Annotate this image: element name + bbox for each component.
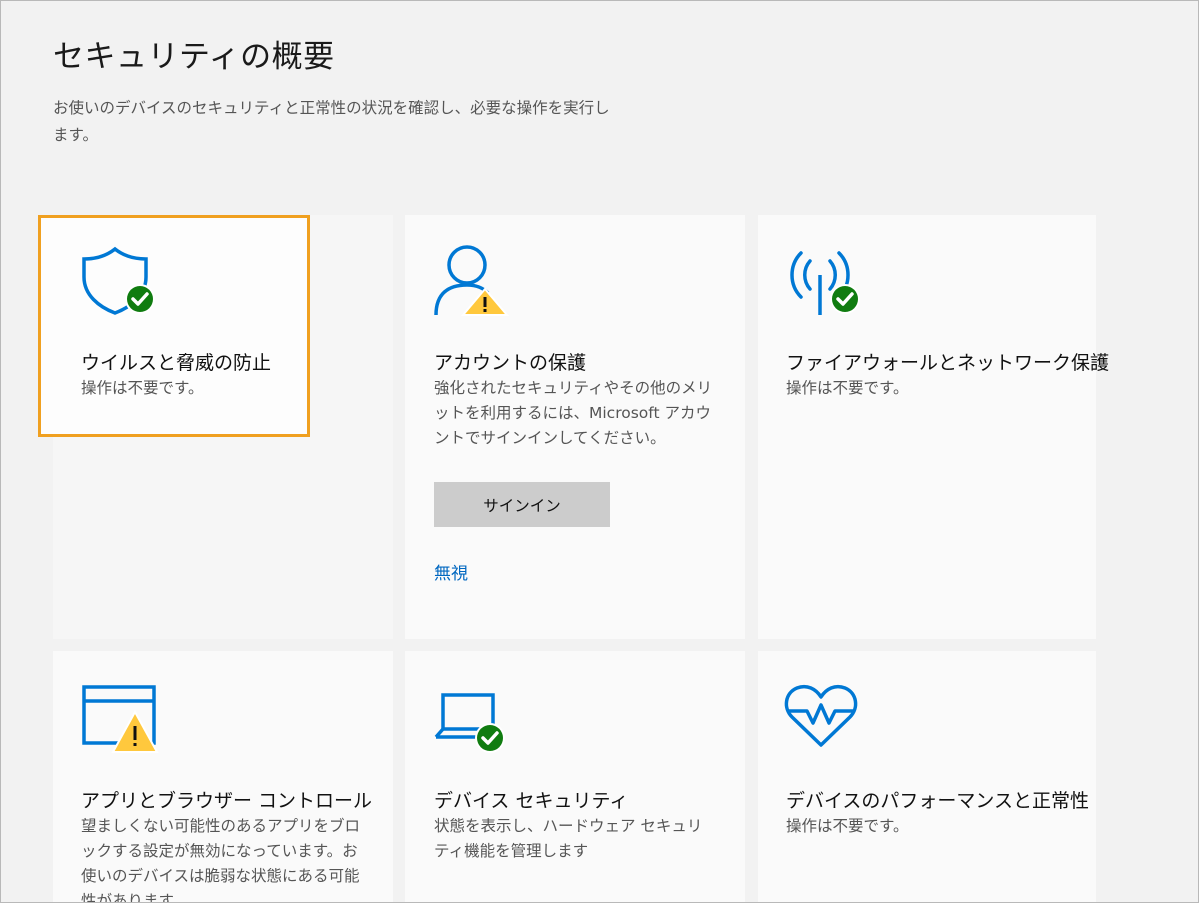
shield-check-icon — [82, 246, 155, 315]
card-text-device-security: 状態を表示し、ハードウェア セキュリティ機能を管理します — [434, 817, 703, 860]
heart-pulse-icon — [784, 684, 858, 747]
page-description: お使いのデバイスのセキュリティと正常性の状況を確認し、必要な操作を実行します。 — [53, 99, 610, 144]
card-text-virus: 操作は不要です。 — [81, 379, 204, 397]
page-title: セキュリティの概要 — [53, 39, 335, 75]
card-title-virus: ウイルスと脅威の防止 — [81, 352, 272, 374]
signin-button[interactable]: サインイン — [434, 482, 610, 527]
browser-warning-icon — [82, 685, 159, 753]
card-title-firewall: ファイアウォールとネットワーク保護 — [786, 352, 1110, 374]
person-warning-icon — [434, 245, 510, 316]
card-title-account: アカウントの保護 — [434, 352, 587, 374]
card-title-device-security: デバイス セキュリティ — [434, 790, 629, 812]
laptop-check-icon — [434, 693, 505, 753]
card-text-account: 強化されたセキュリティやその他のメリットを利用するには、Microsoft アカ… — [434, 379, 713, 447]
card-text-app-browser: 望ましくない可能性のあるアプリをブロックする設定が無効になっています。お使いのデ… — [81, 817, 361, 903]
card-text-firewall: 操作は不要です。 — [786, 379, 909, 397]
ignore-link[interactable]: 無視 — [434, 559, 468, 584]
card-text-performance: 操作は不要です。 — [786, 817, 909, 835]
card-title-performance: デバイスのパフォーマンスと正常性 — [786, 790, 1090, 812]
card-title-app-browser: アプリとブラウザー コントロール — [81, 790, 373, 812]
security-overview-page: セキュリティの概要 お使いのデバイスのセキュリティと正常性の状況を確認し、必要な… — [0, 0, 1199, 903]
antenna-check-icon — [790, 251, 860, 315]
